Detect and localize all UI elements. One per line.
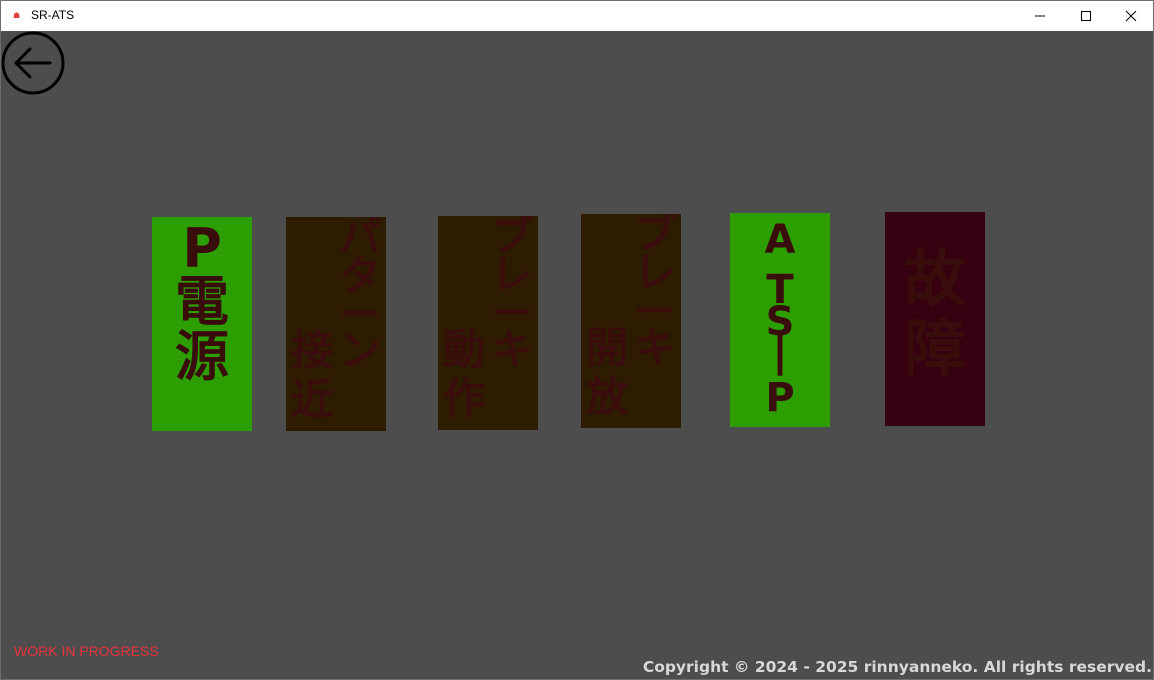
lamp-ats-p: A T S | P [730,213,830,427]
lamp-char: ン [339,326,381,375]
lamp-panel: 故障 [885,212,985,426]
lamp-char: 放 [586,372,628,421]
main-panel: P電源 パターン接近 ブレーキ動作 ブレーキ開放 A T S | P 故障 WORK I… [1,31,1153,679]
close-button[interactable] [1108,1,1154,31]
copyright-notice: Copyright © 2024 - 2025 rinnyanneko. All… [642,658,1152,676]
lamp-char: 作 [443,374,485,423]
lamp-char: 電 [175,270,229,333]
lamp-char: | [772,325,788,376]
lamp-char: 開 [586,323,628,372]
lamp-char: P [765,375,794,421]
lamp-failure: 故障 [885,212,985,426]
minimize-icon [1035,15,1045,17]
arrow-left-circle-icon [1,31,65,95]
lamp-panel: ATS|P [730,213,830,427]
lamp-panel: ブレーキ動作 [438,216,538,430]
window-title: SR-ATS [31,8,75,22]
title-bar: ☗ SR-ATS [1,1,1153,31]
lamp-panel: パターン接近 [286,217,386,431]
maximize-icon [1081,11,1091,21]
lamp-char: 故 [904,242,966,315]
lamp-char: キ [491,325,533,374]
maximize-button[interactable] [1063,1,1109,31]
app-window: ☗ SR-ATS P電源 パターン接近 ブレーキ動作 ブレーキ開放 A T S | P [0,0,1154,680]
lamp-pattern-approach: パターン接近 [286,217,386,431]
back-button[interactable] [1,31,67,97]
lamp-panel: P電源 [152,217,252,431]
lamp-brake-released: ブレーキ開放 [581,214,681,428]
lamp-char: 源 [175,325,229,388]
lamp-panel: ブレーキ開放 [581,214,681,428]
work-in-progress-label: WORK IN PROGRESS [14,643,159,659]
lamp-p-power: P電源 [152,217,252,431]
lamp-brake-applied: ブレーキ動作 [438,216,538,430]
lamp-char: キ [634,323,676,372]
app-icon: ☗ [13,11,21,20]
lamp-char: A [765,217,796,263]
lamp-char: 近 [291,375,333,424]
minimize-button[interactable] [1017,1,1063,31]
close-icon [1125,10,1137,22]
lamp-char: 接 [291,326,333,375]
lamp-char: 動 [443,325,485,374]
lamp-char: 障 [904,312,966,385]
